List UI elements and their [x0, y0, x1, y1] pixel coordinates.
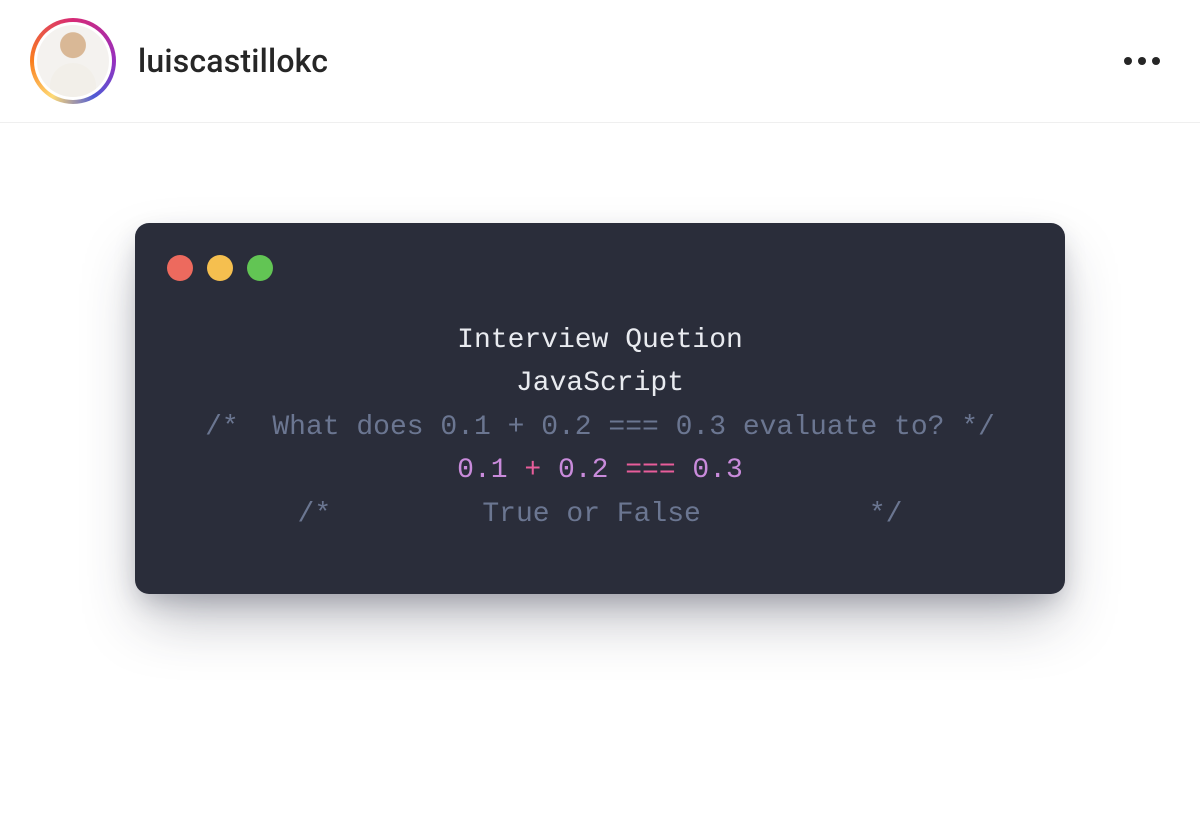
post-header: luiscastillokc [0, 0, 1200, 123]
more-options-button[interactable] [1114, 47, 1170, 75]
username[interactable]: luiscastillokc [138, 42, 328, 80]
code-window: Interview Quetion JavaScript /* What doe… [135, 223, 1065, 594]
comment-open: /* [205, 412, 272, 443]
comment-open: /* [298, 499, 483, 530]
more-options-icon [1152, 57, 1160, 65]
comment-close: */ [944, 412, 994, 443]
expr-number: 0.1 [457, 455, 507, 486]
window-traffic-lights [163, 251, 1037, 285]
post-content: Interview Quetion JavaScript /* What doe… [0, 123, 1200, 594]
window-close-icon[interactable] [167, 255, 193, 281]
window-minimize-icon[interactable] [207, 255, 233, 281]
code-title-line-1: Interview Quetion [163, 319, 1037, 362]
expr-strict-equal-operator: === [608, 455, 692, 486]
window-zoom-icon[interactable] [247, 255, 273, 281]
expr-number: 0.2 [558, 455, 608, 486]
avatar[interactable] [37, 25, 109, 97]
more-options-icon [1124, 57, 1132, 65]
code-expression-line: 0.1 + 0.2 === 0.3 [163, 449, 1037, 492]
expr-plus-operator: + [508, 455, 558, 486]
code-title-2: JavaScript [516, 368, 684, 399]
code-question-line: /* What does 0.1 + 0.2 === 0.3 evaluate … [163, 406, 1037, 449]
expr-number: 0.3 [692, 455, 742, 486]
story-ring[interactable] [30, 18, 116, 104]
avatar-ring-inner [34, 22, 112, 100]
code-title-1: Interview Quetion [457, 325, 743, 356]
code-question: What does 0.1 + 0.2 === 0.3 evaluate to? [272, 412, 944, 443]
code-truefalse: True or False [482, 499, 700, 530]
post-header-left: luiscastillokc [30, 18, 328, 104]
comment-close: */ [701, 499, 903, 530]
code-truefalse-line: /* True or False */ [163, 493, 1037, 536]
code-body: Interview Quetion JavaScript /* What doe… [163, 319, 1037, 536]
code-title-line-2: JavaScript [163, 362, 1037, 405]
more-options-icon [1138, 57, 1146, 65]
